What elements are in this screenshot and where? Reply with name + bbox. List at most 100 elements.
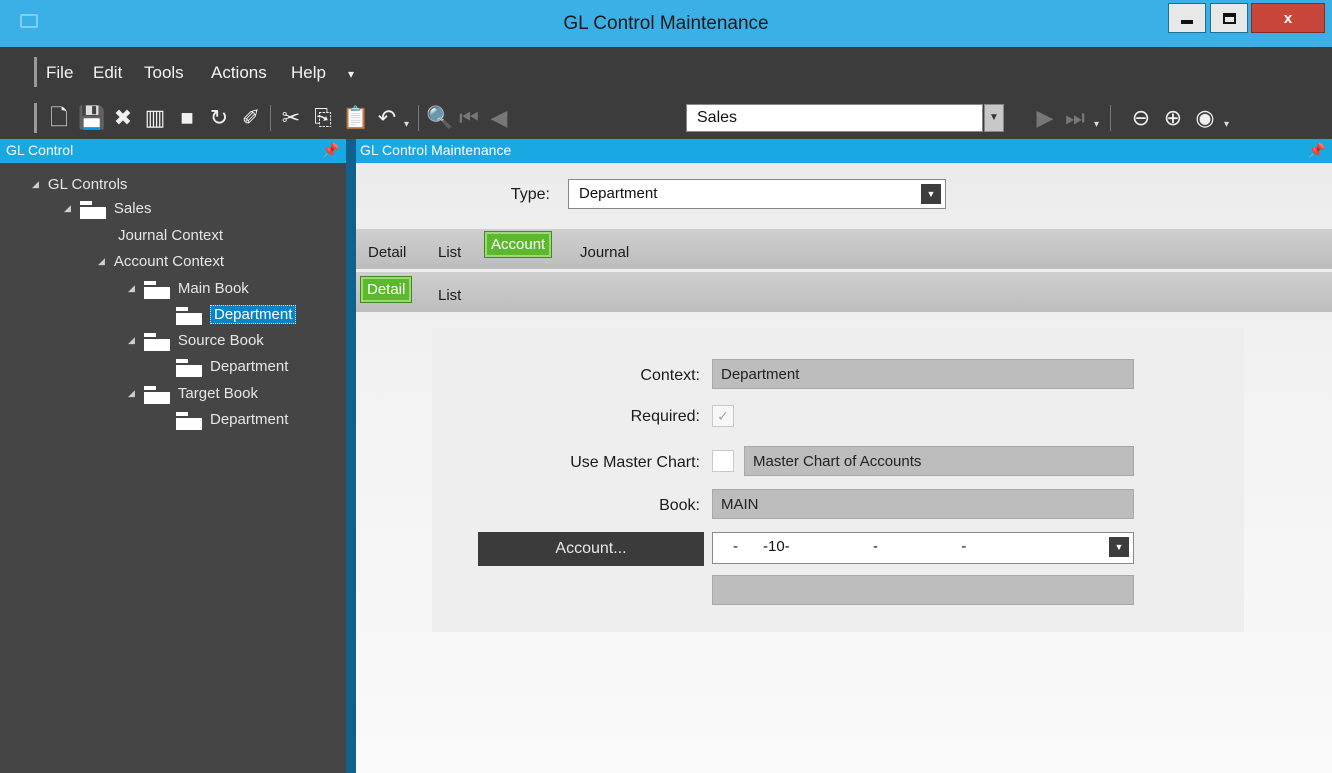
tree-item-label: Target Book [177,385,258,402]
minimize-button[interactable] [1168,3,1206,33]
search-icon[interactable]: 🔍 [426,104,453,132]
prev-record-icon[interactable]: ◀ [486,104,512,132]
chevron-down-icon[interactable]: ▼ [921,184,941,204]
tab-account[interactable]: Account [484,231,553,258]
tree-item-target-book[interactable]: ◢ Target Book [128,385,258,404]
tree-item-gl-controls[interactable]: ◢ GL Controls [32,176,127,193]
context-field: Department [712,359,1134,389]
copy-icon[interactable]: ⎘ [310,104,336,132]
type-label: Type: [510,186,550,203]
tree-item-main-book-department[interactable]: Department [176,305,297,325]
paste-icon[interactable]: 📋 [342,104,369,132]
expand-icon[interactable]: ◢ [128,283,135,294]
tree-item-journal-context[interactable]: Journal Context [118,227,223,244]
maximize-icon [1222,12,1236,24]
left-panel-title: GL Control [6,142,74,158]
toolbar-separator [418,105,419,131]
context-label: Context: [640,367,700,384]
menu-overflow-icon[interactable]: ▾ [348,67,354,81]
tree-item-sales[interactable]: ◢ Sales [64,200,151,219]
toolbar: 🗋 💾 ✖ ▥ ■ ↻ ✐ ✂ ⎘ 📋 ↶ ▾ 🔍 ⏮ ◀ ▶ ⏭ ▾ ⊖ ⊕ … [0,97,1332,139]
toolbar-overflow-icon[interactable]: ▾ [1224,119,1229,130]
main-panel-title: GL Control Maintenance [360,142,512,158]
subtab-list[interactable]: List [438,287,461,304]
delete-icon[interactable]: ✖ [110,104,136,132]
tree-item-source-book-department[interactable]: Department [176,358,289,377]
menu-help[interactable]: Help [291,63,326,83]
account-button[interactable]: Account... [478,532,704,566]
window-title: GL Control Maintenance [563,13,769,34]
clear-icon[interactable]: ✐ [238,104,264,132]
subtab-strip [356,272,1332,312]
folder-icon [176,306,202,325]
use-master-chart-label: Use Master Chart: [570,454,700,471]
minimize-icon [1181,20,1193,24]
record-selector[interactable]: Sales ▼ [686,104,1016,132]
required-checkbox: ✓ [712,405,734,427]
tree-item-label: Department [210,358,289,375]
undo-dropdown-icon[interactable]: ▾ [404,119,409,130]
tab-list[interactable]: List [438,244,461,261]
toolbar-separator [1110,105,1111,131]
tab-journal[interactable]: Journal [580,244,629,261]
chevron-down-icon[interactable]: ▼ [1109,537,1129,557]
forward-icon[interactable]: ⊕ [1160,104,1186,132]
required-label: Required: [630,408,700,425]
save-icon[interactable]: 💾 [78,104,105,132]
back-icon[interactable]: ⊖ [1128,104,1154,132]
close-button[interactable]: x [1251,3,1325,33]
folder-icon [143,332,170,351]
tree-item-label: Main Book [177,280,249,297]
left-panel-header: GL Control 📌 [0,139,346,163]
subtab-detail[interactable]: Detail [360,276,413,303]
tab-detail[interactable]: Detail [368,244,406,261]
menu-bar: File Edit Tools Actions Help ▾ [0,47,1332,97]
book-field: MAIN [712,489,1134,519]
pin-icon[interactable]: 📌 [1308,142,1325,159]
pin-icon[interactable]: 📌 [322,142,339,159]
maximize-button[interactable] [1210,3,1248,33]
type-select-value: Department [579,185,658,202]
expand-icon[interactable]: ◢ [32,179,39,190]
last-record-icon[interactable]: ⏭ [1062,104,1088,132]
tree-item-source-book[interactable]: ◢ Source Book [128,332,264,351]
tree-item-target-book-department[interactable]: Department [176,411,289,430]
menu-grip[interactable] [34,57,37,87]
tree-item-main-book[interactable]: ◢ Main Book [128,280,249,299]
expand-icon[interactable]: ◢ [98,256,105,267]
nav-dropdown-icon[interactable]: ▾ [1094,119,1099,130]
next-record-icon[interactable]: ▶ [1032,104,1058,132]
account-select[interactable]: - -10- - - ▼ [712,532,1134,564]
close-icon: x [1283,9,1293,27]
cut-icon[interactable]: ✂ [278,104,304,132]
menu-actions[interactable]: Actions [211,63,267,83]
chevron-down-icon[interactable]: ▼ [984,104,1004,132]
type-select[interactable]: Department ▼ [568,179,946,209]
use-master-chart-checkbox[interactable] [712,450,734,472]
folder-icon [143,280,170,299]
tree-item-label: Department [210,411,289,428]
toolbar-grip[interactable] [34,103,37,133]
expand-icon[interactable]: ◢ [64,203,71,214]
expand-icon[interactable]: ◢ [128,335,135,346]
tree-item-label: GL Controls [47,176,128,193]
first-record-icon[interactable]: ⏮ [456,104,482,132]
record-selector-field[interactable]: Sales [686,104,983,132]
account-select-value[interactable]: - -10- - - [733,538,966,555]
menu-file[interactable]: File [46,63,73,83]
new-icon[interactable]: 🗋 [46,104,72,132]
print-icon[interactable]: ■ [174,104,200,132]
panel-splitter[interactable] [346,139,356,773]
tree-item-label: Journal Context [118,227,224,244]
expand-icon[interactable]: ◢ [128,388,135,399]
undo-icon[interactable]: ↶ [374,104,400,132]
tree-item-label: Account Context [113,253,224,270]
home-icon[interactable]: ◉ [1192,104,1218,132]
menu-edit[interactable]: Edit [93,63,122,83]
menu-tools[interactable]: Tools [144,63,184,83]
refresh-icon[interactable]: ↻ [206,104,232,132]
folder-icon [79,200,106,219]
tree-item-account-context[interactable]: ◢ Account Context [98,253,224,270]
account-description-field [712,575,1134,605]
library-icon[interactable]: ▥ [142,104,168,132]
